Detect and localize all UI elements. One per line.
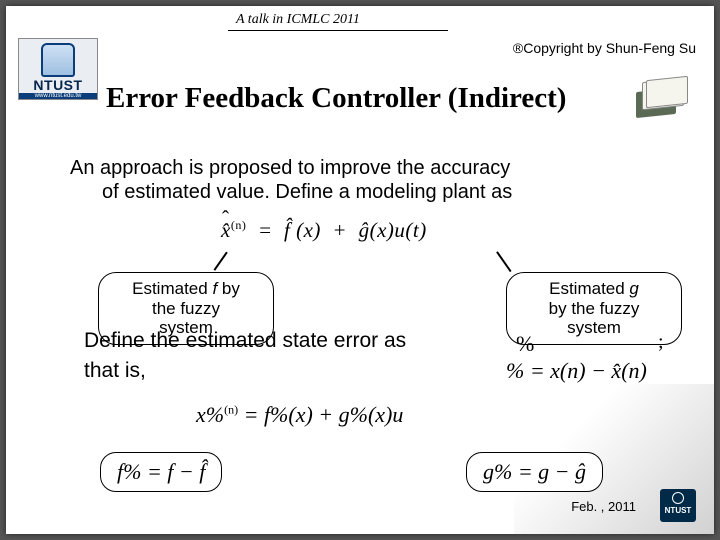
slide: A talk in ICMLC 2011 ®Copyright by Shun-… (6, 6, 714, 534)
mini-logo-text: NTUST (665, 506, 692, 515)
ntust-emblem-icon (41, 43, 75, 77)
book-icon (636, 76, 692, 118)
talk-line: A talk in ICMLC 2011 (236, 12, 360, 28)
callout-f-text-1b: by (217, 279, 240, 298)
paragraph-2: Define the estimated state error as (84, 329, 406, 353)
callout-f-text-2: the fuzzy (152, 299, 220, 318)
eq2-rhs: = f%(x) + g%(x)u (238, 402, 403, 427)
callout-g-text-1: Estimated (549, 279, 629, 298)
callout-f-text-1: Estimated (132, 279, 212, 298)
eq-main-lhs-var: x̂ (221, 218, 231, 242)
paragraph-3: that is, (84, 359, 146, 383)
ntust-logo-text: NTUST (19, 77, 97, 93)
eq-main-lhs-sup: (n) (231, 218, 247, 232)
footer-date: Feb. , 2011 (571, 499, 636, 514)
callout-g-text-2: by the fuzzy (549, 299, 640, 318)
error-def-equation: % = x(n) − x̂(n) (506, 358, 647, 384)
error-symbol-inline: % (516, 331, 534, 357)
eq2-lhs: x% (196, 402, 224, 427)
mini-logo-dot-icon (672, 492, 684, 504)
callout-g-leader (496, 252, 511, 273)
paragraph-1: An approach is proposed to improve the a… (70, 156, 674, 204)
ntust-logo-url: www.ntust.edu.tw (19, 93, 97, 99)
eq-main-f-term: f̂ (x) (284, 218, 321, 242)
equation-second: x%(n) = f%(x) + g%(x)u (196, 402, 403, 428)
slide-title: Error Feedback Controller (Indirect) (106, 82, 566, 115)
eq-main-g-term: ĝ(x)u(t) (359, 218, 427, 242)
callout-f-leader (214, 252, 228, 271)
box-f-tilde: f% = f − f̂ (100, 452, 222, 492)
eq2-lhs-sup: (n) (224, 403, 238, 417)
ntust-logo: NTUST www.ntust.edu.tw (18, 38, 98, 100)
callout-g-text-3: system (567, 318, 621, 337)
ntust-mini-logo: NTUST (660, 489, 696, 522)
paragraph-1-line-2: of estimated value. Define a modeling pl… (70, 180, 674, 204)
paragraph-2-trail: ; (658, 331, 664, 354)
paragraph-2-text: Define the estimated state error as (84, 329, 406, 352)
copyright-line: ®Copyright by Shun-Feng Su (513, 40, 696, 56)
box-g-tilde: g% = g − ĝ (466, 452, 603, 492)
callout-g-var: g (629, 279, 638, 298)
paragraph-1-line-1: An approach is proposed to improve the a… (70, 157, 510, 179)
equation-main: x̂(n) = f̂ (x) + ĝ(x)u(t) (221, 218, 427, 243)
